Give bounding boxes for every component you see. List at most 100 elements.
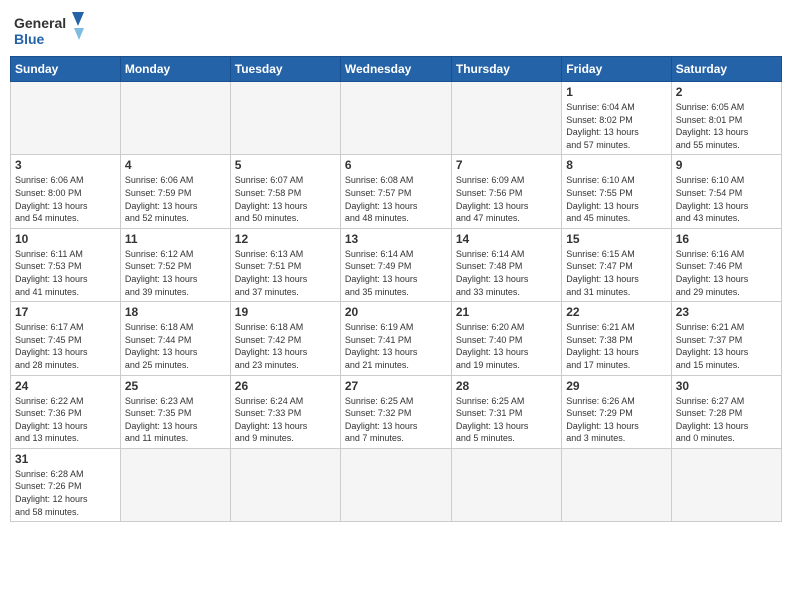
calendar-cell: 31 Sunrise: 6:28 AMSunset: 7:26 PMDayligh… [11, 448, 121, 521]
calendar-table: SundayMondayTuesdayWednesdayThursdayFrid… [10, 56, 782, 522]
day-header-thursday: Thursday [451, 57, 561, 82]
calendar-cell: 26Sunrise: 6:24 AMSunset: 7:33 PMDayligh… [230, 375, 340, 448]
calendar-cell: 1 Sunrise: 6:04 AMSunset: 8:02 PMDaylight… [562, 82, 671, 155]
day-info: Sunrise: 6:25 AMSunset: 7:31 PMDaylight:… [456, 395, 557, 445]
day-info: Sunrise: 6:15 AMSunset: 7:47 PMDaylight:… [566, 248, 666, 298]
calendar-cell: 28 Sunrise: 6:25 AMSunset: 7:31 PMDayligh… [451, 375, 561, 448]
day-info: Sunrise: 6:28 AMSunset: 7:26 PMDaylight:… [15, 468, 116, 518]
calendar-cell [230, 82, 340, 155]
calendar-cell [451, 82, 561, 155]
day-number: 4 [125, 158, 226, 172]
day-info: Sunrise: 6:09 AMSunset: 7:56 PMDaylight:… [456, 174, 557, 224]
day-number: 23 [676, 305, 777, 319]
day-number: 16 [676, 232, 777, 246]
day-info: Sunrise: 6:07 AMSunset: 7:58 PMDaylight:… [235, 174, 336, 224]
week-row-1: 1 Sunrise: 6:04 AMSunset: 8:02 PMDaylight… [11, 82, 782, 155]
day-number: 7 [456, 158, 557, 172]
calendar-cell: 19 Sunrise: 6:18 AMSunset: 7:42 PMDayligh… [230, 302, 340, 375]
day-number: 15 [566, 232, 666, 246]
day-info: Sunrise: 6:05 AMSunset: 8:01 PMDaylight:… [676, 101, 777, 151]
day-info: Sunrise: 6:14 AMSunset: 7:48 PMDaylight:… [456, 248, 557, 298]
day-info: Sunrise: 6:21 AMSunset: 7:37 PMDaylight:… [676, 321, 777, 371]
day-info: Sunrise: 6:18 AMSunset: 7:42 PMDaylight:… [235, 321, 336, 371]
day-number: 22 [566, 305, 666, 319]
calendar-cell: 29Sunrise: 6:26 AMSunset: 7:29 PMDayligh… [562, 375, 671, 448]
day-header-saturday: Saturday [671, 57, 781, 82]
day-number: 19 [235, 305, 336, 319]
day-info: Sunrise: 6:08 AMSunset: 7:57 PMDaylight:… [345, 174, 447, 224]
days-header-row: SundayMondayTuesdayWednesdayThursdayFrid… [11, 57, 782, 82]
day-number: 2 [676, 85, 777, 99]
week-row-6: 31 Sunrise: 6:28 AMSunset: 7:26 PMDayligh… [11, 448, 782, 521]
day-info: Sunrise: 6:19 AMSunset: 7:41 PMDaylight:… [345, 321, 447, 371]
day-info: Sunrise: 6:14 AMSunset: 7:49 PMDaylight:… [345, 248, 447, 298]
calendar-cell: 7 Sunrise: 6:09 AMSunset: 7:56 PMDaylight… [451, 155, 561, 228]
day-info: Sunrise: 6:22 AMSunset: 7:36 PMDaylight:… [15, 395, 116, 445]
svg-text:General: General [14, 15, 66, 31]
calendar-cell: 16 Sunrise: 6:16 AMSunset: 7:46 PMDayligh… [671, 228, 781, 301]
day-info: Sunrise: 6:18 AMSunset: 7:44 PMDaylight:… [125, 321, 226, 371]
day-number: 1 [566, 85, 666, 99]
day-info: Sunrise: 6:27 AMSunset: 7:28 PMDaylight:… [676, 395, 777, 445]
week-row-2: 3Sunrise: 6:06 AMSunset: 8:00 PMDaylight… [11, 155, 782, 228]
calendar-cell: 3Sunrise: 6:06 AMSunset: 8:00 PMDaylight… [11, 155, 121, 228]
day-number: 20 [345, 305, 447, 319]
calendar-cell: 21Sunrise: 6:20 AMSunset: 7:40 PMDayligh… [451, 302, 561, 375]
day-info: Sunrise: 6:10 AMSunset: 7:54 PMDaylight:… [676, 174, 777, 224]
day-info: Sunrise: 6:06 AMSunset: 7:59 PMDaylight:… [125, 174, 226, 224]
calendar-cell: 13Sunrise: 6:14 AMSunset: 7:49 PMDayligh… [340, 228, 451, 301]
day-info: Sunrise: 6:21 AMSunset: 7:38 PMDaylight:… [566, 321, 666, 371]
day-number: 26 [235, 379, 336, 393]
day-number: 29 [566, 379, 666, 393]
calendar-cell: 25Sunrise: 6:23 AMSunset: 7:35 PMDayligh… [120, 375, 230, 448]
day-number: 31 [15, 452, 116, 466]
calendar-cell: 6 Sunrise: 6:08 AMSunset: 7:57 PMDaylight… [340, 155, 451, 228]
calendar-cell: 18Sunrise: 6:18 AMSunset: 7:44 PMDayligh… [120, 302, 230, 375]
day-number: 21 [456, 305, 557, 319]
calendar-cell: 4 Sunrise: 6:06 AMSunset: 7:59 PMDaylight… [120, 155, 230, 228]
day-number: 3 [15, 158, 116, 172]
day-info: Sunrise: 6:12 AMSunset: 7:52 PMDaylight:… [125, 248, 226, 298]
day-number: 30 [676, 379, 777, 393]
calendar-cell [451, 448, 561, 521]
calendar-cell: 2 Sunrise: 6:05 AMSunset: 8:01 PMDaylight… [671, 82, 781, 155]
calendar-cell: 24 Sunrise: 6:22 AMSunset: 7:36 PMDayligh… [11, 375, 121, 448]
week-row-3: 10 Sunrise: 6:11 AMSunset: 7:53 PMDayligh… [11, 228, 782, 301]
calendar-cell: 11Sunrise: 6:12 AMSunset: 7:52 PMDayligh… [120, 228, 230, 301]
calendar-cell [11, 82, 121, 155]
logo-svg: General Blue [14, 10, 84, 50]
day-info: Sunrise: 6:04 AMSunset: 8:02 PMDaylight:… [566, 101, 666, 151]
day-header-sunday: Sunday [11, 57, 121, 82]
page-header: General Blue [10, 10, 782, 50]
day-header-tuesday: Tuesday [230, 57, 340, 82]
day-info: Sunrise: 6:10 AMSunset: 7:55 PMDaylight:… [566, 174, 666, 224]
day-number: 12 [235, 232, 336, 246]
day-info: Sunrise: 6:25 AMSunset: 7:32 PMDaylight:… [345, 395, 447, 445]
calendar-cell [671, 448, 781, 521]
logo: General Blue [14, 10, 84, 50]
calendar-cell: 30 Sunrise: 6:27 AMSunset: 7:28 PMDayligh… [671, 375, 781, 448]
calendar-cell: 27 Sunrise: 6:25 AMSunset: 7:32 PMDayligh… [340, 375, 451, 448]
calendar-cell: 15 Sunrise: 6:15 AMSunset: 7:47 PMDayligh… [562, 228, 671, 301]
day-number: 24 [15, 379, 116, 393]
calendar-cell: 20 Sunrise: 6:19 AMSunset: 7:41 PMDayligh… [340, 302, 451, 375]
day-info: Sunrise: 6:17 AMSunset: 7:45 PMDaylight:… [15, 321, 116, 371]
day-header-friday: Friday [562, 57, 671, 82]
day-number: 5 [235, 158, 336, 172]
calendar-cell: 9 Sunrise: 6:10 AMSunset: 7:54 PMDaylight… [671, 155, 781, 228]
week-row-4: 17Sunrise: 6:17 AMSunset: 7:45 PMDayligh… [11, 302, 782, 375]
week-row-5: 24 Sunrise: 6:22 AMSunset: 7:36 PMDayligh… [11, 375, 782, 448]
calendar-cell [120, 448, 230, 521]
day-number: 10 [15, 232, 116, 246]
calendar-cell [562, 448, 671, 521]
day-info: Sunrise: 6:16 AMSunset: 7:46 PMDaylight:… [676, 248, 777, 298]
day-number: 6 [345, 158, 447, 172]
day-number: 25 [125, 379, 226, 393]
day-number: 28 [456, 379, 557, 393]
calendar-cell: 10 Sunrise: 6:11 AMSunset: 7:53 PMDayligh… [11, 228, 121, 301]
calendar-cell [230, 448, 340, 521]
day-number: 27 [345, 379, 447, 393]
calendar-cell [340, 448, 451, 521]
day-number: 9 [676, 158, 777, 172]
day-info: Sunrise: 6:11 AMSunset: 7:53 PMDaylight:… [15, 248, 116, 298]
